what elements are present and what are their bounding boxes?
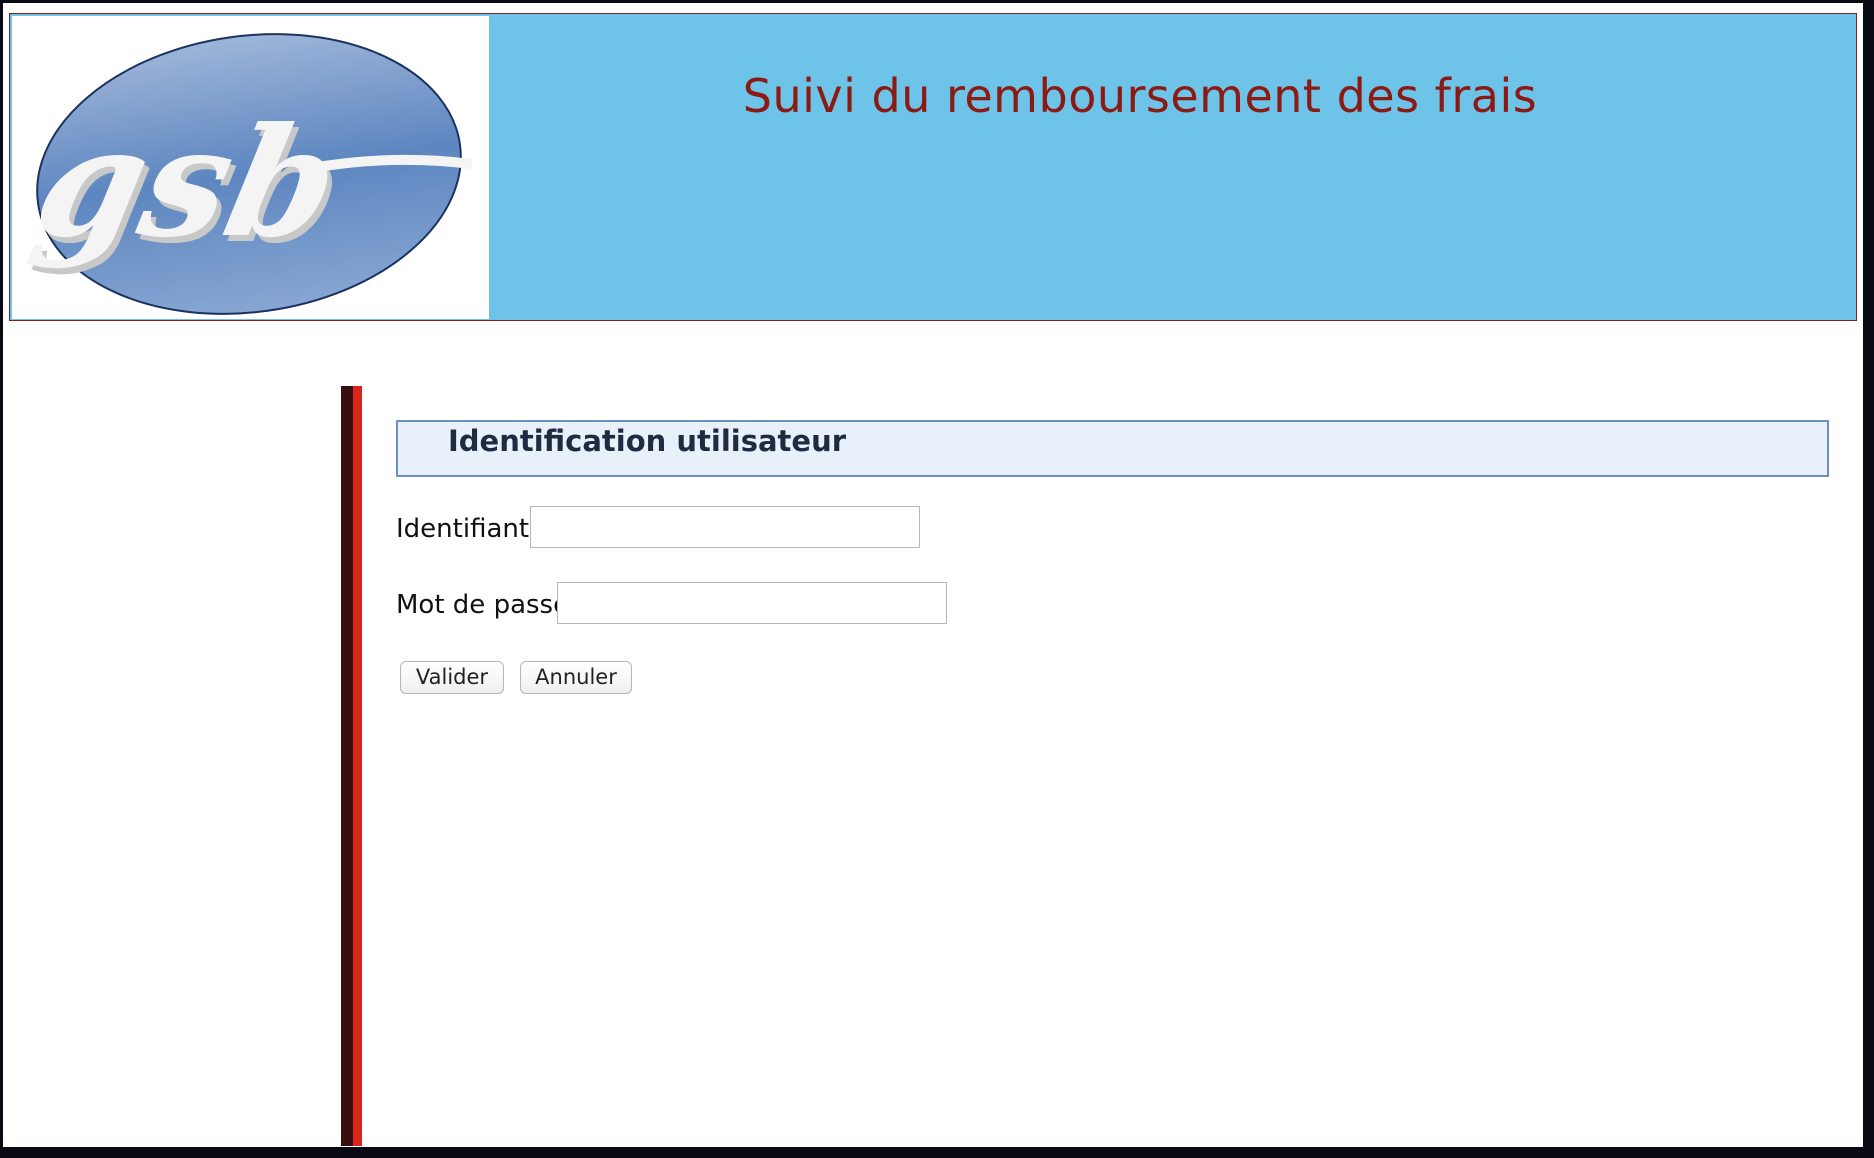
page: gsb gsb Suivi du remboursement des frais… bbox=[3, 3, 1863, 1147]
login-panel-header: Identification utilisateur bbox=[396, 420, 1829, 477]
sidebar-divider-red bbox=[353, 386, 362, 1146]
submit-button[interactable]: Valider bbox=[400, 661, 504, 694]
cancel-button[interactable]: Annuler bbox=[520, 661, 632, 694]
password-label: Mot de passe bbox=[396, 590, 570, 620]
username-label: Identifiant bbox=[396, 514, 530, 544]
gsb-logo: gsb gsb bbox=[12, 16, 489, 319]
header-banner: gsb gsb Suivi du remboursement des frais bbox=[9, 13, 1857, 321]
sidebar-divider-dark bbox=[341, 386, 353, 1146]
login-panel-title: Identification utilisateur bbox=[448, 424, 847, 458]
svg-text:gsb: gsb bbox=[22, 95, 354, 271]
password-input[interactable] bbox=[557, 582, 947, 624]
app-title: Suivi du remboursement des frais bbox=[742, 69, 1538, 123]
username-input[interactable] bbox=[530, 506, 920, 548]
gsb-logo-image: gsb gsb bbox=[22, 33, 473, 315]
